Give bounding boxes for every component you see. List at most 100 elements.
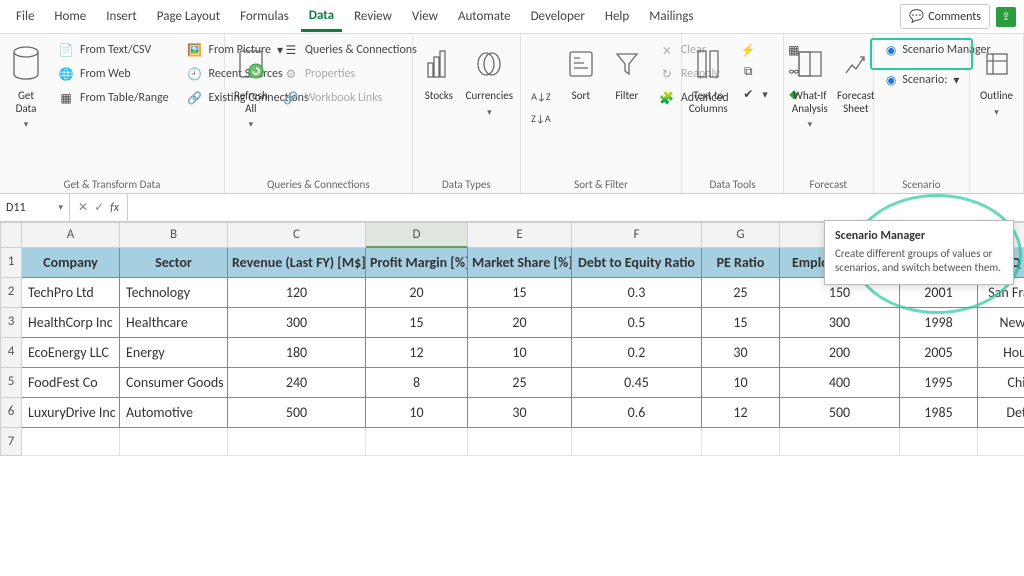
data-validation-button[interactable]: ✔▾ (736, 84, 772, 104)
cell[interactable]: 20 (468, 308, 572, 338)
forecast-sheet-button[interactable]: Forecast Sheet (838, 40, 874, 174)
text-to-columns-button[interactable]: Text to Columns (690, 40, 726, 174)
cell[interactable] (900, 428, 978, 456)
menu-file[interactable]: File (8, 3, 42, 30)
cell[interactable]: 0.6 (572, 398, 702, 428)
from-web-button[interactable]: 🌐From Web (54, 64, 173, 84)
cell[interactable]: 15 (366, 308, 468, 338)
cell[interactable]: 10 (468, 338, 572, 368)
what-if-analysis-button[interactable]: What-If Analysis ▾ (792, 40, 828, 174)
cell[interactable]: Houston, TX (978, 338, 1024, 368)
cell[interactable]: 12 (366, 338, 468, 368)
get-data-button[interactable]: Get Data ▾ (8, 40, 44, 174)
menu-view[interactable]: View (404, 3, 446, 30)
from-table-range-button[interactable]: ▦From Table/Range (54, 88, 173, 108)
cell[interactable]: 25 (702, 278, 780, 308)
cell[interactable]: EcoEnergy LLC (22, 338, 120, 368)
cell[interactable]: 120 (228, 278, 366, 308)
menu-automate[interactable]: Automate (450, 3, 519, 30)
fx-icon[interactable]: fx (110, 201, 119, 215)
cell[interactable]: Market Share [%] (468, 248, 572, 278)
row-header-2[interactable]: 2 (0, 278, 22, 308)
from-text-csv-button[interactable]: 📄From Text/CSV (54, 40, 173, 60)
scenario-manager-button[interactable]: ◉Scenario Manager (882, 40, 961, 60)
cell[interactable]: New York, NY (978, 308, 1024, 338)
cell[interactable]: 400 (780, 368, 900, 398)
row-header-5[interactable]: 5 (0, 368, 22, 398)
cell[interactable]: 25 (468, 368, 572, 398)
cell[interactable]: 500 (780, 398, 900, 428)
flash-fill-button[interactable]: ⚡ (736, 40, 772, 60)
cell[interactable]: 1995 (900, 368, 978, 398)
menu-help[interactable]: Help (597, 3, 637, 30)
row-header-1[interactable]: 1 (0, 248, 22, 278)
cell[interactable]: Revenue (Last FY) [M$] (228, 248, 366, 278)
cell[interactable]: 500 (228, 398, 366, 428)
cell[interactable]: 200 (780, 338, 900, 368)
select-all-corner[interactable] (0, 222, 22, 248)
sort-az-button[interactable]: A↓Z (529, 86, 553, 106)
cell[interactable]: FoodFest Co (22, 368, 120, 398)
cell[interactable] (978, 428, 1024, 456)
cell[interactable]: Debt to Equity Ratio (572, 248, 702, 278)
cell[interactable]: 0.45 (572, 368, 702, 398)
cell[interactable]: 2005 (900, 338, 978, 368)
properties-button[interactable]: ⚙Properties (279, 64, 421, 84)
cell[interactable] (366, 428, 468, 456)
row-header-3[interactable]: 3 (0, 308, 22, 338)
cell[interactable]: 1985 (900, 398, 978, 428)
cell[interactable] (120, 428, 228, 456)
cell[interactable]: 0.2 (572, 338, 702, 368)
cell[interactable]: 30 (468, 398, 572, 428)
comments-button[interactable]: 💬 Comments (900, 4, 990, 29)
cell[interactable]: 30 (702, 338, 780, 368)
name-box[interactable]: D11 ▾ (0, 194, 70, 221)
cell[interactable]: Energy (120, 338, 228, 368)
col-header-C[interactable]: C (228, 222, 366, 248)
share-button[interactable]: ⇪ (996, 7, 1016, 27)
sort-za-button[interactable]: Z↓A (529, 108, 553, 128)
cell[interactable]: Profit Margin [%] (366, 248, 468, 278)
cell[interactable]: 300 (780, 308, 900, 338)
cell[interactable] (468, 428, 572, 456)
cell[interactable] (22, 428, 120, 456)
cell[interactable]: TechPro Ltd (22, 278, 120, 308)
row-header-4[interactable]: 4 (0, 338, 22, 368)
cell[interactable] (702, 428, 780, 456)
remove-duplicates-button[interactable]: ⧉ (736, 62, 772, 82)
stocks-button[interactable]: Stocks (421, 40, 457, 174)
cell[interactable] (780, 428, 900, 456)
menu-developer[interactable]: Developer (523, 3, 593, 30)
cell[interactable]: 0.5 (572, 308, 702, 338)
cell[interactable]: Chicago, IL (978, 368, 1024, 398)
col-header-B[interactable]: B (120, 222, 228, 248)
cell[interactable]: Automotive (120, 398, 228, 428)
col-header-E[interactable]: E (468, 222, 572, 248)
cell[interactable]: 1998 (900, 308, 978, 338)
confirm-icon[interactable]: ✓ (94, 200, 104, 215)
cell[interactable]: 240 (228, 368, 366, 398)
cell[interactable] (228, 428, 366, 456)
filter-button[interactable]: Filter (609, 40, 645, 174)
queries-connections-button[interactable]: ☰Queries & Connections (279, 40, 421, 60)
cell[interactable]: 180 (228, 338, 366, 368)
cell[interactable]: 300 (228, 308, 366, 338)
col-header-D[interactable]: D (366, 222, 468, 248)
cell[interactable]: 12 (702, 398, 780, 428)
col-header-F[interactable]: F (572, 222, 702, 248)
menu-page-layout[interactable]: Page Layout (149, 3, 228, 30)
cell[interactable]: Company (22, 248, 120, 278)
outline-button[interactable]: Outline ▾ (978, 40, 1015, 187)
cell[interactable] (572, 428, 702, 456)
cell[interactable]: PE Ratio (702, 248, 780, 278)
menu-review[interactable]: Review (346, 3, 400, 30)
sort-button[interactable]: Sort (563, 40, 599, 174)
menu-mailings[interactable]: Mailings (641, 3, 701, 30)
cell[interactable]: Technology (120, 278, 228, 308)
cell[interactable]: 0.3 (572, 278, 702, 308)
workbook-links-button[interactable]: 🔗Workbook Links (279, 88, 421, 108)
cell[interactable]: 8 (366, 368, 468, 398)
cell[interactable]: LuxuryDrive Inc (22, 398, 120, 428)
col-header-A[interactable]: A (22, 222, 120, 248)
cell[interactable]: 15 (468, 278, 572, 308)
